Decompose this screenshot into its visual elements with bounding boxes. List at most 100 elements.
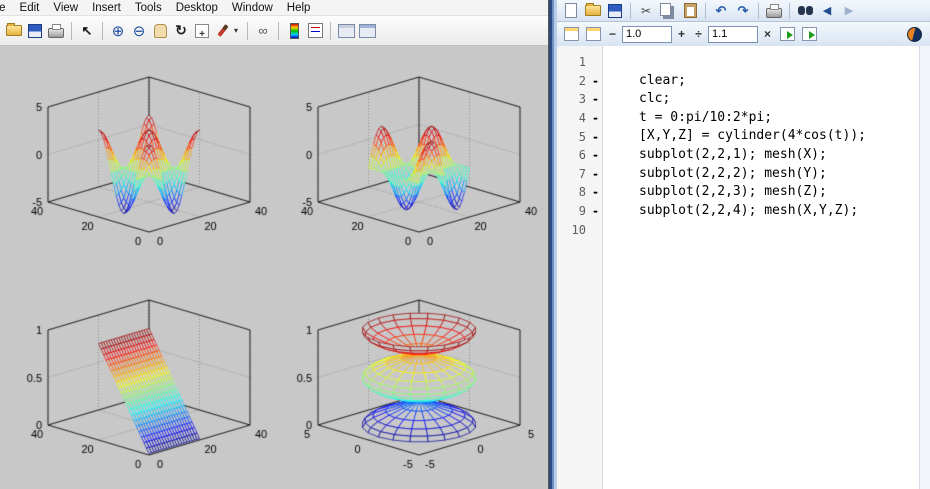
zoom-out-icon[interactable] [129,21,149,41]
undo-icon[interactable] [711,2,731,20]
hand-icon [153,23,167,38]
toolbar-separator [71,21,72,40]
line-number: 7 [578,166,586,181]
back-icon[interactable] [817,2,837,20]
evaluate-cell-advance-icon[interactable] [799,25,819,43]
line-number: 9 [578,204,586,219]
menu-insert[interactable]: Insert [85,2,128,14]
subplot-2-mesh-y[interactable] [292,50,545,260]
new-file-icon[interactable] [561,2,581,20]
executable-line-marker[interactable]: - [589,130,602,144]
gutter-line[interactable]: 4- [557,109,602,128]
copy-icon[interactable] [658,2,678,20]
toolbar-separator [330,21,331,40]
menu-tools[interactable]: Tools [128,2,169,14]
printer-icon [48,23,64,38]
editor-window-left-border[interactable] [548,0,557,489]
executable-line-marker[interactable]: - [589,74,602,88]
decrement-value-button[interactable]: − [605,27,620,41]
brush-dropdown-icon[interactable]: ▾ [234,26,242,35]
gutter-line[interactable]: 1 [557,53,602,72]
toolbar-separator [102,21,103,40]
pan-icon[interactable] [150,21,170,41]
gutter-line[interactable]: 6- [557,146,602,165]
gutter-line[interactable]: 2- [557,72,602,91]
code-line[interactable] [603,220,919,239]
code-analyzer-indicator-icon[interactable] [907,26,922,42]
divide-value-button[interactable]: ÷ [691,27,706,41]
data-cursor-icon[interactable] [192,21,212,41]
brush-icon[interactable] [213,21,233,41]
menu-file[interactable]: File [0,2,13,14]
floppy-icon [28,23,42,38]
code-line[interactable] [603,53,919,72]
editor-cell-toolbar: − + ÷ × [557,22,930,47]
subtract-value-input[interactable] [622,25,672,43]
rotate-3d-icon[interactable] [171,21,191,41]
insert-cell-divider-icon[interactable] [583,25,603,43]
show-plot-tools-icon[interactable] [357,21,377,41]
code-line[interactable]: clear; [603,72,919,91]
gutter-line[interactable]: 3- [557,90,602,109]
insert-legend-icon[interactable] [305,21,325,41]
save-icon[interactable] [25,21,45,41]
print-icon[interactable] [46,21,66,41]
menu-window[interactable]: Window [225,2,280,14]
menu-desktop[interactable]: Desktop [169,2,225,14]
gutter-line[interactable]: 7- [557,165,602,184]
zoom-in-icon[interactable] [108,21,128,41]
gutter-line[interactable]: 5- [557,127,602,146]
code-line[interactable]: subplot(2,2,3); mesh(Z); [603,183,919,202]
executable-line-marker[interactable]: - [589,167,602,181]
menu-edit[interactable]: Edit [13,2,47,14]
toolbar-separator [789,2,790,19]
code-line[interactable]: [X,Y,Z] = cylinder(4*cos(t)); [603,127,919,146]
increment-value-button[interactable]: + [674,27,689,41]
code-line[interactable]: subplot(2,2,4); mesh(X,Y,Z); [603,202,919,221]
gutter-line[interactable]: 10 [557,220,602,239]
line-number: 5 [578,129,586,144]
multiply-value-button[interactable]: × [760,27,775,41]
subplot-4-mesh-xyz[interactable] [292,273,545,483]
cut-icon[interactable] [636,2,656,20]
code-line[interactable]: subplot(2,2,1); mesh(X); [603,146,919,165]
line-number: 10 [571,222,586,237]
link-plot-icon[interactable] [253,21,273,41]
code-area[interactable]: clear; clc; t = 0:pi/10:2*pi; [X,Y,Z] = cyl… [603,46,919,489]
toolbar-separator [705,2,706,19]
toolbar-separator [630,2,631,19]
evaluate-cell-icon[interactable] [777,25,797,43]
find-icon[interactable] [795,2,815,20]
print-icon[interactable] [764,2,784,20]
menu-help[interactable]: Help [280,2,318,14]
open-icon[interactable] [4,21,24,41]
subplot-3-mesh-z[interactable] [22,273,275,483]
executable-line-marker[interactable]: - [589,111,602,125]
gutter-line[interactable]: 8- [557,183,602,202]
folder-icon [6,23,22,36]
executable-line-marker[interactable]: - [589,148,602,162]
edit-plot-cursor-icon[interactable] [77,21,97,41]
editor-vertical-scrollbar[interactable] [919,46,930,489]
hide-plot-tools-icon[interactable] [336,21,356,41]
figure-toolbar: ▾ [0,16,548,46]
subplot-1-mesh-x[interactable] [22,50,275,260]
line-number: 8 [578,185,586,200]
forward-icon[interactable] [839,2,859,20]
open-icon[interactable] [583,2,603,20]
paste-icon[interactable] [680,2,700,20]
screen: File Edit View Insert Tools Desktop Wind… [0,0,930,489]
code-line[interactable]: clc; [603,90,919,109]
gutter-line[interactable]: 9- [557,202,602,221]
executable-line-marker[interactable]: - [589,204,602,218]
menu-view[interactable]: View [46,2,85,14]
redo-icon[interactable] [733,2,753,20]
insert-cell-icon[interactable] [561,25,581,43]
multiply-value-input[interactable] [708,25,758,43]
save-icon[interactable] [605,2,625,20]
insert-colorbar-icon[interactable] [284,21,304,41]
executable-line-marker[interactable]: - [589,92,602,106]
executable-line-marker[interactable]: - [589,185,602,199]
code-line[interactable]: subplot(2,2,2); mesh(Y); [603,165,919,184]
code-line[interactable]: t = 0:pi/10:2*pi; [603,109,919,128]
